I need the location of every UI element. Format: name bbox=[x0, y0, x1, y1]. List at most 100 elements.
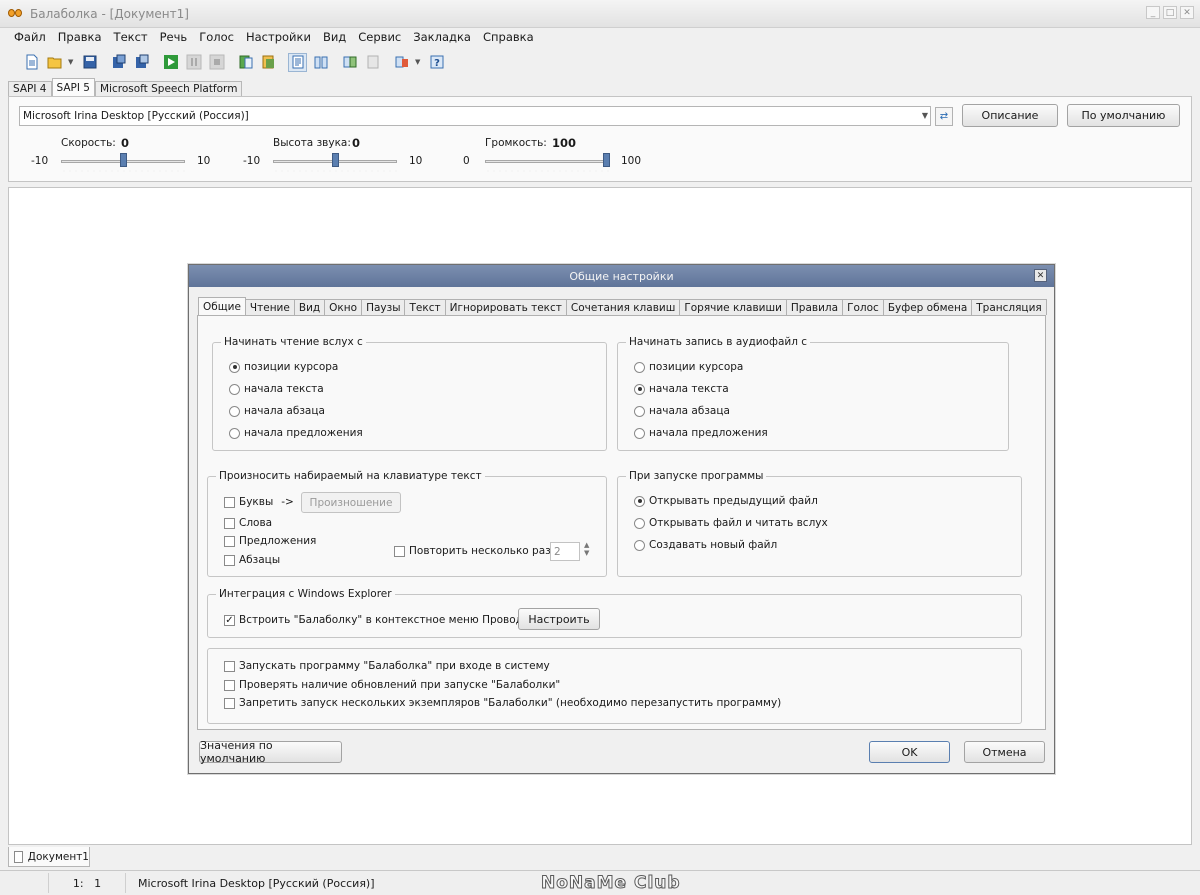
radio-button[interactable] bbox=[634, 405, 645, 417]
radio-button[interactable] bbox=[634, 383, 645, 395]
dictionary-icon[interactable] bbox=[363, 53, 382, 72]
menu-bookmark[interactable]: Закладка bbox=[407, 30, 477, 44]
volume-thumb[interactable] bbox=[603, 153, 610, 167]
tab-text[interactable]: Текст bbox=[404, 299, 446, 315]
menu-voice[interactable]: Голос bbox=[193, 30, 240, 44]
repeat-spin-arrows-icon[interactable]: ▲ ▼ bbox=[584, 541, 589, 557]
save-icon[interactable] bbox=[80, 53, 99, 72]
cancel-button[interactable]: Отмена bbox=[964, 741, 1045, 763]
maximize-icon[interactable]: □ bbox=[1163, 6, 1177, 19]
embed-checkbox-row[interactable]: ✓ Встроить "Балаболку" в контекстное меню… bbox=[224, 614, 549, 626]
book-icon[interactable] bbox=[311, 53, 330, 72]
single-instance-checkbox[interactable] bbox=[224, 697, 235, 709]
voice-select[interactable]: Microsoft Irina Desktop [Русский (Россия… bbox=[19, 106, 931, 126]
close-icon[interactable]: ✕ bbox=[1180, 6, 1194, 19]
letters-checkbox[interactable] bbox=[224, 496, 235, 508]
volume-track[interactable] bbox=[485, 160, 609, 163]
on-start-option[interactable]: Открывать предыдущий файл bbox=[634, 495, 818, 507]
bookmark-dropdown-icon[interactable]: ▼ bbox=[415, 58, 423, 66]
pause-icon[interactable] bbox=[184, 53, 203, 72]
radio-button[interactable] bbox=[229, 405, 240, 417]
start-recording-option[interactable]: позиции курсора bbox=[634, 361, 743, 373]
check-updates-checkbox[interactable] bbox=[224, 679, 235, 691]
tab-view[interactable]: Вид bbox=[293, 299, 326, 315]
radio-button[interactable] bbox=[634, 427, 645, 439]
menu-edit[interactable]: Правка bbox=[52, 30, 108, 44]
menu-text[interactable]: Текст bbox=[108, 30, 154, 44]
ok-button[interactable]: OK bbox=[869, 741, 950, 763]
start-recording-option[interactable]: начала текста bbox=[634, 383, 729, 395]
bookmark-icon[interactable] bbox=[392, 53, 411, 72]
radio-button[interactable] bbox=[634, 361, 645, 373]
paragraphs-checkbox[interactable] bbox=[224, 554, 235, 566]
open-dropdown-icon[interactable]: ▼ bbox=[68, 58, 76, 66]
tab-rules[interactable]: Правила bbox=[785, 299, 844, 315]
words-checkbox[interactable] bbox=[224, 517, 235, 529]
tab-broadcast[interactable]: Трансляция bbox=[971, 299, 1047, 315]
tab-key-shortcuts[interactable]: Сочетания клавиш bbox=[565, 299, 681, 315]
sentences-checkbox[interactable] bbox=[224, 535, 235, 547]
radio-button[interactable] bbox=[634, 517, 645, 529]
start-recording-option[interactable]: начала абзаца bbox=[634, 405, 730, 417]
tab-voice[interactable]: Голос bbox=[842, 299, 884, 315]
tab-sapi5[interactable]: SAPI 5 bbox=[51, 78, 95, 96]
tab-hotkeys[interactable]: Горячие клавиши bbox=[679, 299, 787, 315]
start-reading-option[interactable]: позиции курсора bbox=[229, 361, 338, 373]
tab-ignore-text[interactable]: Игнорировать текст bbox=[444, 299, 567, 315]
chevron-down-icon[interactable]: ▼ bbox=[922, 111, 928, 120]
tab-pauses[interactable]: Паузы bbox=[361, 299, 406, 315]
repeat-checkbox[interactable] bbox=[394, 545, 405, 557]
play-icon[interactable] bbox=[161, 53, 180, 72]
radio-button[interactable] bbox=[634, 539, 645, 551]
radio-button[interactable] bbox=[229, 427, 240, 439]
tab-clipboard[interactable]: Буфер обмена bbox=[882, 299, 973, 315]
tab-sapi4[interactable]: SAPI 4 bbox=[8, 81, 52, 96]
refresh-voices-icon[interactable]: ⇄ bbox=[935, 107, 953, 126]
menu-speech[interactable]: Речь bbox=[154, 30, 194, 44]
speed-thumb[interactable] bbox=[120, 153, 127, 167]
radio-button[interactable] bbox=[634, 495, 645, 507]
autostart-checkbox[interactable] bbox=[224, 660, 235, 672]
start-reading-option[interactable]: начала текста bbox=[229, 383, 324, 395]
radio-button[interactable] bbox=[229, 383, 240, 395]
document-tab[interactable]: Документ1 bbox=[8, 847, 90, 867]
text-view-icon[interactable] bbox=[288, 52, 307, 72]
stop-icon[interactable] bbox=[207, 53, 226, 72]
repeat-checkbox-row[interactable]: Повторить несколько раз: bbox=[394, 545, 554, 557]
embed-checkbox[interactable]: ✓ bbox=[224, 614, 235, 626]
minimize-icon[interactable]: _ bbox=[1146, 6, 1160, 19]
save-audio-icon[interactable] bbox=[109, 53, 128, 72]
split-audio-icon[interactable] bbox=[132, 53, 151, 72]
single-instance-checkbox-row[interactable]: Запретить запуск нескольких экземпляров … bbox=[224, 697, 781, 709]
help-icon[interactable]: ? bbox=[427, 53, 446, 72]
menu-view[interactable]: Вид bbox=[317, 30, 352, 44]
tab-reading[interactable]: Чтение bbox=[244, 299, 295, 315]
open-folder-icon[interactable] bbox=[45, 53, 64, 72]
clipboard-icon[interactable] bbox=[259, 53, 278, 72]
sentences-checkbox-row[interactable]: Предложения bbox=[224, 535, 316, 547]
autostart-checkbox-row[interactable]: Запускать программу "Балаболка" при вход… bbox=[224, 660, 550, 672]
new-document-icon[interactable] bbox=[22, 53, 41, 72]
menu-service[interactable]: Сервис bbox=[352, 30, 407, 44]
paragraphs-checkbox-row[interactable]: Абзацы bbox=[224, 554, 280, 566]
restore-defaults-button[interactable]: Значения по умолчанию bbox=[199, 739, 342, 765]
letters-checkbox-row[interactable]: Буквы -> bbox=[224, 496, 294, 508]
read-clipboard-icon[interactable] bbox=[236, 53, 255, 72]
tab-speech-platform[interactable]: Microsoft Speech Platform bbox=[95, 81, 243, 96]
on-start-option[interactable]: Открывать файл и читать вслух bbox=[634, 517, 828, 529]
menu-file[interactable]: Файл bbox=[8, 30, 52, 44]
dialog-close-icon[interactable]: ✕ bbox=[1034, 269, 1047, 282]
check-updates-checkbox-row[interactable]: Проверять наличие обновлений при запуске… bbox=[224, 679, 560, 691]
voice-default-button[interactable]: По умолчанию bbox=[1067, 104, 1180, 127]
start-reading-option[interactable]: начала абзаца bbox=[229, 405, 325, 417]
repeat-count-input[interactable]: 2 bbox=[550, 542, 580, 561]
start-recording-option[interactable]: начала предложения bbox=[634, 427, 768, 439]
start-reading-option[interactable]: начала предложения bbox=[229, 427, 363, 439]
pronunciation-button[interactable]: Произношение bbox=[301, 492, 401, 513]
describe-button[interactable]: Описание bbox=[962, 104, 1058, 127]
configure-button[interactable]: Настроить bbox=[518, 608, 600, 630]
menu-help[interactable]: Справка bbox=[477, 30, 540, 44]
radio-button[interactable] bbox=[229, 361, 240, 373]
tab-window[interactable]: Окно bbox=[324, 299, 363, 315]
on-start-option[interactable]: Создавать новый файл bbox=[634, 539, 777, 551]
